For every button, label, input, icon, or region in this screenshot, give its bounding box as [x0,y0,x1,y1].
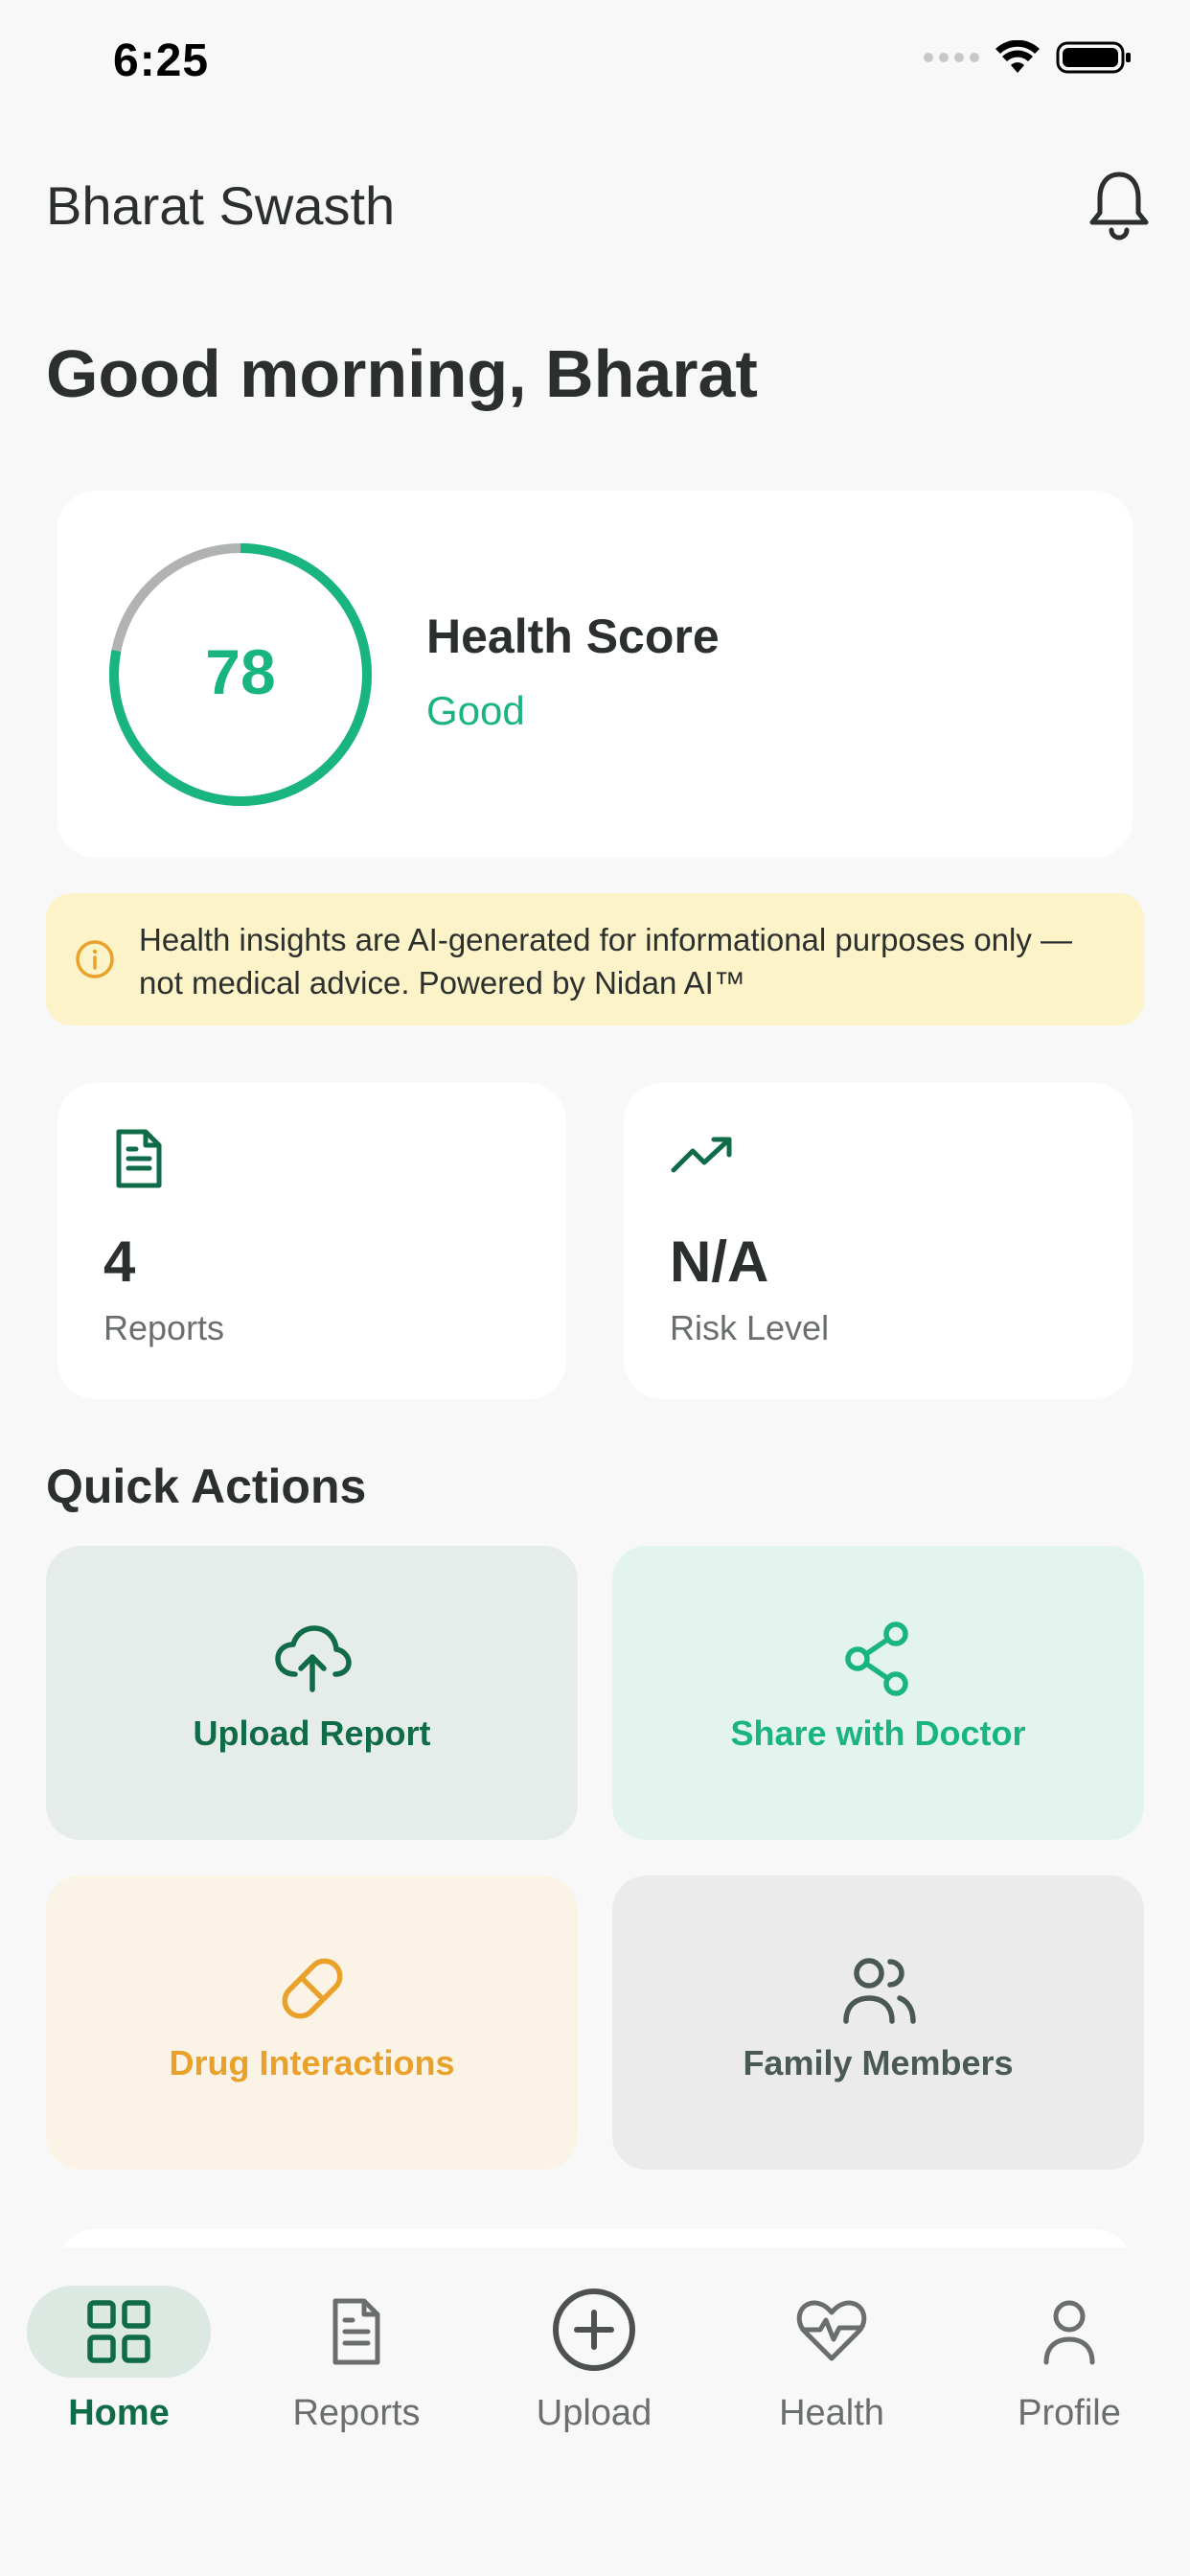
document-icon [116,1129,162,1188]
grid-icon [87,2300,150,2363]
document-icon [332,2298,380,2365]
status-icons [924,40,1133,75]
drug-interactions-label: Drug Interactions [169,2043,455,2082]
health-score-status: Good [426,688,525,733]
nav-reports[interactable]: Reports [238,2247,475,2468]
nav-home[interactable]: Home [0,2247,238,2468]
battery-icon [1056,41,1131,74]
share-with-doctor-button[interactable]: Share with Doctor [612,1546,1144,1840]
bell-icon[interactable] [1085,165,1154,242]
disclaimer-text: Health insights are AI-generated for inf… [139,922,1073,1000]
plus-circle-icon [553,2288,635,2371]
nav-health-label: Health [779,2393,884,2433]
nav-profile-label: Profile [1018,2393,1121,2433]
nav-upload-label: Upload [536,2393,652,2433]
pill-icon [282,1958,342,2019]
app-title: Bharat Swasth [46,175,396,236]
health-score-label: Health Score [426,610,720,663]
share-icon [844,1622,908,1696]
reports-label: Reports [103,1308,225,1347]
greeting: Good morning, Bharat [46,336,758,411]
family-members-button[interactable]: Family Members [612,1875,1144,2170]
upload-report-label: Upload Report [193,1714,431,1753]
users-icon [842,1958,916,2024]
drug-interactions-button[interactable]: Drug Interactions [46,1875,578,2170]
nav-home-label: Home [68,2393,170,2433]
upload-report-button[interactable]: Upload Report [46,1546,578,1840]
user-icon [1043,2300,1095,2365]
reports-stat-card[interactable]: 4 Reports [57,1083,566,1399]
health-score-value: 78 [205,636,276,707]
nav-health[interactable]: Health [713,2247,950,2468]
risk-level-value: N/A [670,1230,769,1294]
signal-icon [924,53,979,62]
quick-actions-title: Quick Actions [46,1460,367,1513]
info-icon [76,940,114,978]
status-time: 6:25 [113,35,210,86]
wifi-icon [995,40,1040,73]
share-with-doctor-label: Share with Doctor [730,1714,1026,1753]
heart-pulse-icon [796,2300,867,2361]
cloud-upload-icon [274,1625,352,1692]
nav-reports-label: Reports [292,2393,421,2433]
reports-count: 4 [103,1230,136,1294]
bottom-nav: Home Reports Upload Health Profile [0,2247,1190,2576]
nav-upload[interactable]: Upload [475,2247,713,2468]
family-members-label: Family Members [743,2043,1014,2082]
risk-level-label: Risk Level [670,1308,830,1347]
nav-profile[interactable]: Profile [950,2247,1188,2468]
risk-level-stat-card[interactable]: N/A Risk Level [624,1083,1133,1399]
trending-up-icon [671,1137,732,1173]
